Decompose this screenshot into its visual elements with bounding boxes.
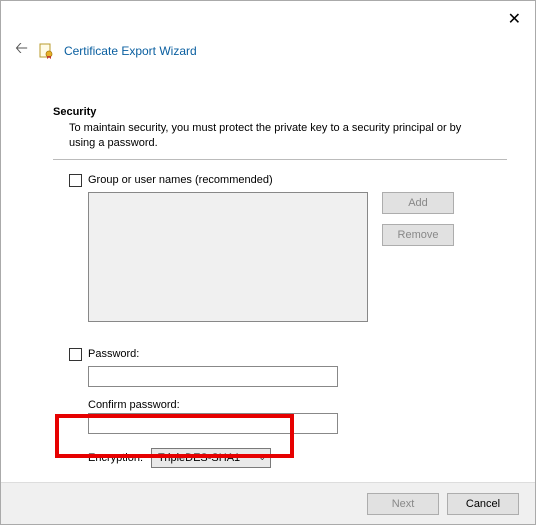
section-description: To maintain security, you must protect t… — [53, 121, 507, 151]
remove-button[interactable]: Remove — [382, 224, 454, 246]
encryption-select[interactable]: TripleDES-SHA1 ⌄ — [151, 448, 271, 468]
cancel-button[interactable]: Cancel — [447, 493, 519, 515]
confirm-block: Confirm password: — [69, 399, 507, 434]
password-row: Password: — [69, 348, 507, 361]
encryption-label: Encryption: — [88, 452, 143, 464]
confirm-password-input[interactable] — [88, 413, 338, 434]
certificate-icon — [38, 43, 54, 59]
password-label: Password: — [88, 348, 139, 360]
footer-bar: Next Cancel — [1, 482, 535, 524]
encryption-block: Encryption: TripleDES-SHA1 ⌄ — [88, 448, 507, 468]
group-names-checkbox[interactable] — [69, 174, 82, 187]
form-area: Group or user names (recommended) Add Re… — [53, 174, 507, 468]
principals-listbox[interactable] — [88, 192, 368, 322]
principals-buttons: Add Remove — [382, 192, 454, 246]
back-arrow-icon[interactable]: 🡠 — [15, 37, 28, 64]
divider — [53, 159, 507, 160]
group-names-label: Group or user names (recommended) — [88, 174, 273, 186]
principals-row: Add Remove — [69, 192, 507, 322]
wizard-header: 🡠 Certificate Export Wizard — [1, 1, 535, 64]
encryption-value: TripleDES-SHA1 — [158, 452, 240, 464]
chevron-down-icon: ⌄ — [258, 452, 266, 463]
password-block: Password: — [69, 348, 507, 387]
confirm-password-label: Confirm password: — [88, 399, 507, 411]
group-names-row: Group or user names (recommended) — [69, 174, 507, 187]
next-button[interactable]: Next — [367, 493, 439, 515]
content-area: Security To maintain security, you must … — [1, 64, 535, 468]
password-input[interactable] — [88, 366, 338, 387]
add-button[interactable]: Add — [382, 192, 454, 214]
close-icon[interactable]: ✕ — [508, 9, 521, 29]
password-checkbox[interactable] — [69, 348, 82, 361]
wizard-title: Certificate Export Wizard — [64, 44, 197, 58]
section-heading: Security — [53, 106, 507, 118]
